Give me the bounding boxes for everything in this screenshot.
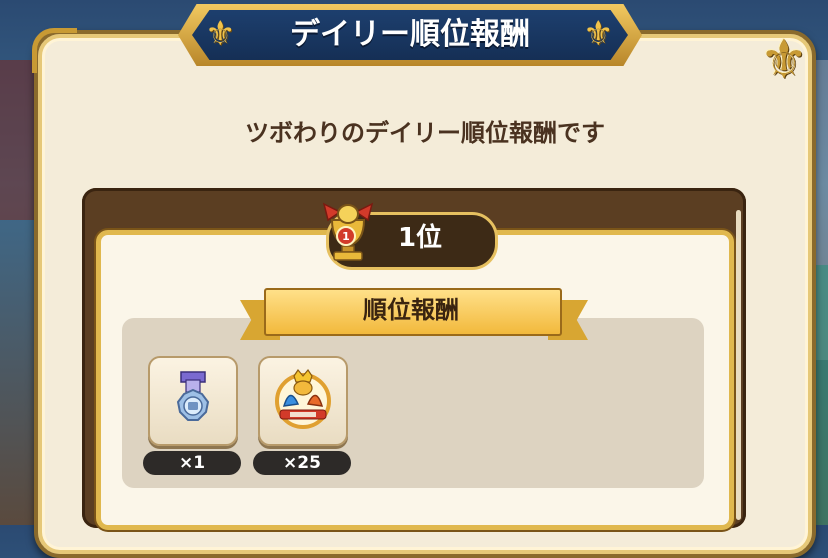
list-scrollbar[interactable] (736, 210, 741, 520)
rank-badge-number: 1 (342, 230, 350, 243)
medal-icon (176, 371, 210, 421)
rank-label: 1位 (397, 223, 443, 253)
frame-corner-ornament (32, 28, 77, 73)
reward-item-goal-badge[interactable] (258, 356, 348, 446)
dialog-subtitle: ツボわりのデイリー順位報酬です (245, 119, 605, 147)
first-place-trophy-icon: 1 (322, 202, 374, 261)
reward-count: ×25 (253, 451, 351, 475)
fleur-corner-icon: ⚜ (759, 28, 809, 91)
dialog-title: デイリー順位報酬 (290, 17, 530, 52)
reward-count: ×1 (143, 451, 241, 475)
slime-goal-badge-icon (275, 368, 331, 429)
reward-item-medal[interactable] (148, 356, 238, 446)
section-label: 順位報酬 (363, 296, 459, 324)
